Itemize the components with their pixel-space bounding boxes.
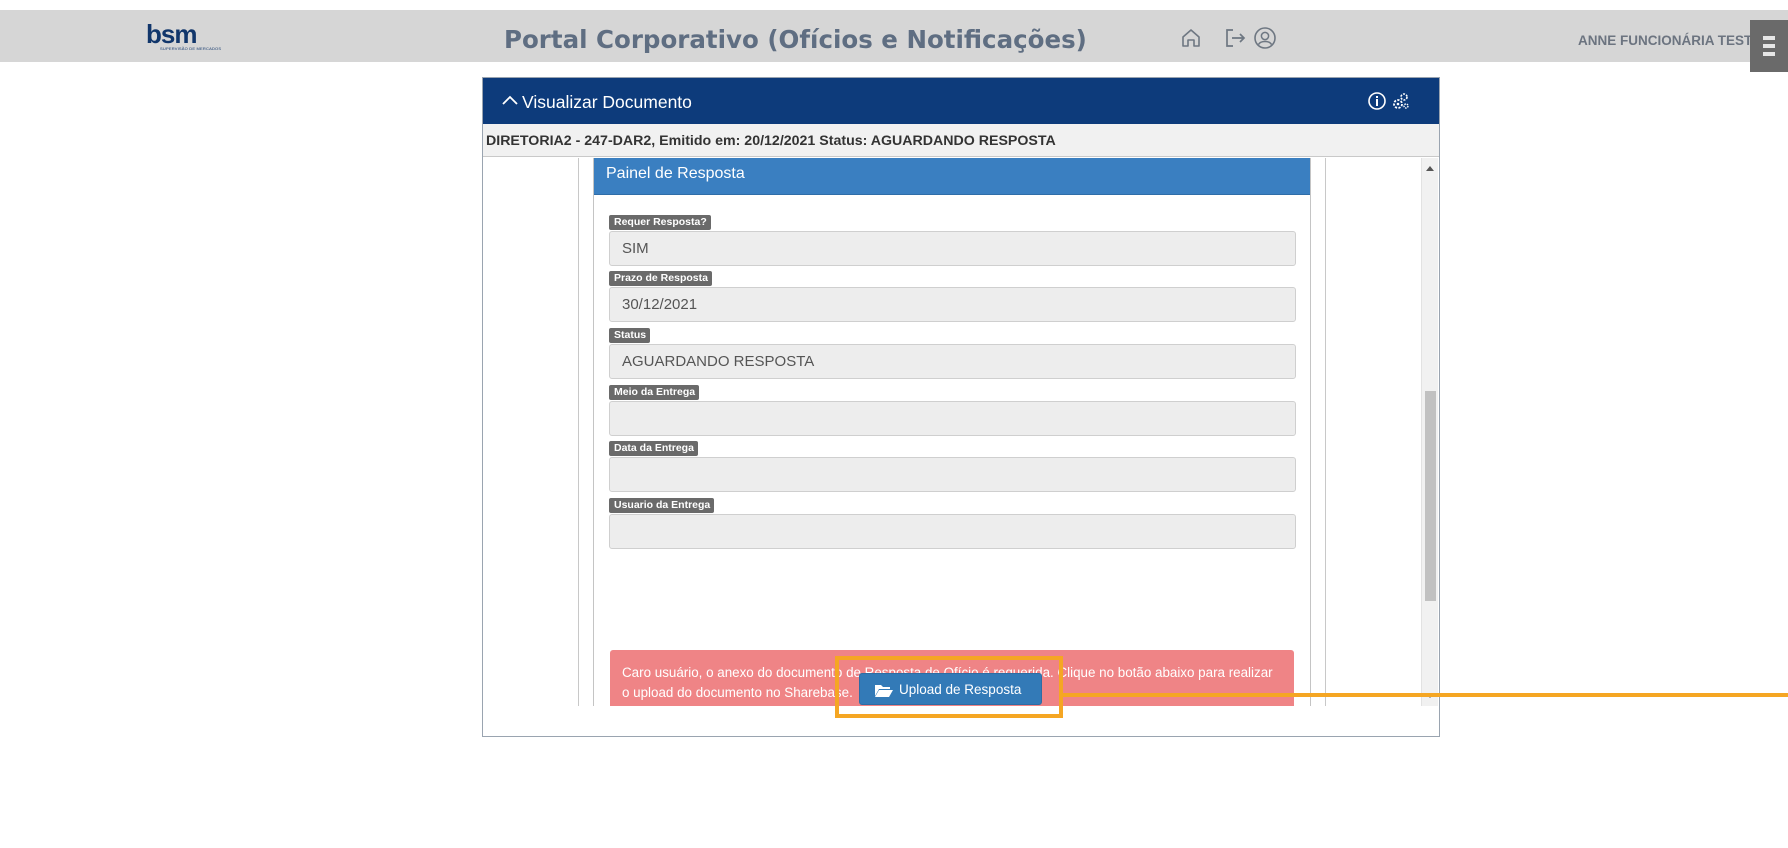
- divider: [1325, 158, 1326, 706]
- usuario-entrega-field[interactable]: [609, 514, 1296, 549]
- requer-resposta-field[interactable]: SIM: [609, 231, 1296, 266]
- chevron-up-icon[interactable]: [501, 92, 519, 110]
- prazo-resposta-field[interactable]: 30/12/2021: [609, 287, 1296, 322]
- resposta-header: Painel de Resposta: [594, 158, 1310, 195]
- usuario-entrega-label: Usuario da Entrega: [609, 498, 715, 513]
- panel-header: Visualizar Documento: [483, 78, 1439, 124]
- page: bsm SUPERVISÃO DE MERCADOS Portal Corpor…: [0, 0, 1788, 848]
- home-icon[interactable]: [1178, 25, 1204, 51]
- highlight-pointer-line: [1063, 693, 1788, 697]
- logo-subtext: SUPERVISÃO DE MERCADOS: [160, 46, 222, 51]
- panel-title: Visualizar Documento: [522, 92, 692, 112]
- data-entrega-label: Data da Entrega: [609, 441, 698, 456]
- status-field[interactable]: AGUARDANDO RESPOSTA: [609, 344, 1296, 379]
- menu-icon[interactable]: [1750, 20, 1788, 72]
- highlight-box: [835, 656, 1063, 718]
- scrollbar-thumb[interactable]: [1425, 391, 1436, 601]
- vertical-scrollbar[interactable]: [1421, 158, 1438, 706]
- cogs-icon[interactable]: [1391, 91, 1411, 111]
- user-name[interactable]: ANNE FUNCIONÁRIA TESTE: [1578, 33, 1761, 48]
- top-bar: bsm SUPERVISÃO DE MERCADOS Portal Corpor…: [0, 10, 1788, 72]
- scroll-area[interactable]: Painel de Resposta Requer Resposta? SIM …: [483, 158, 1439, 706]
- requer-resposta-label: Requer Resposta?: [609, 215, 711, 230]
- scroll-up-icon[interactable]: [1426, 166, 1434, 171]
- portal-title: Portal Corporativo (Ofícios e Notificaçõ…: [504, 25, 1087, 54]
- data-entrega-field[interactable]: [609, 457, 1296, 492]
- logo-text: bsm: [146, 19, 197, 49]
- logout-icon[interactable]: [1223, 25, 1249, 51]
- document-info-line: DIRETORIA2 - 247-DAR2, Emitido em: 20/12…: [483, 124, 1439, 157]
- resposta-title: Painel de Resposta: [606, 165, 745, 182]
- bsm-logo[interactable]: bsm SUPERVISÃO DE MERCADOS: [146, 19, 238, 53]
- document-panel: Visualizar Documento DIRETORIA2 - 247-DA…: [482, 77, 1440, 737]
- painel-de-resposta: Painel de Resposta Requer Resposta? SIM …: [593, 158, 1311, 706]
- status-label: Status: [609, 328, 651, 343]
- prazo-resposta-label: Prazo de Resposta: [609, 271, 712, 286]
- meio-entrega-field[interactable]: [609, 401, 1296, 436]
- meio-entrega-label: Meio da Entrega: [609, 385, 700, 400]
- divider: [578, 158, 579, 706]
- user-icon[interactable]: [1252, 25, 1278, 51]
- info-icon[interactable]: [1367, 91, 1387, 111]
